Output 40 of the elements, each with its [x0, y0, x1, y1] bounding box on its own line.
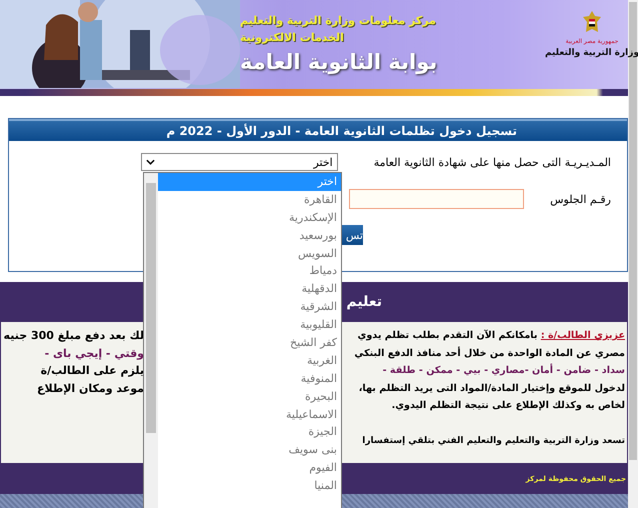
dropdown-option[interactable]: الفيوم	[158, 459, 341, 478]
instruction-text: وقتي - إيجي باى -	[44, 346, 144, 362]
instruction-text: لخاص به وكذلك الإطلاع على نتيجة التظلم اليدوي.	[392, 399, 625, 414]
directorate-select[interactable]: اختر	[140, 153, 338, 171]
instruction-text: عزيزي الطالب/ة : بامكانكم الآن التقدم بطلب تظلم يدوي	[358, 328, 625, 343]
panel-title: تسجيل دخول تظلمات الثانوية العامة - الدور الأول - 2022 م	[9, 119, 627, 141]
instruction-text: يلزم على الطالب/ة	[40, 363, 144, 380]
dropdown-option[interactable]: الغربية	[158, 352, 341, 370]
dropdown-option[interactable]: القاهرة	[158, 190, 341, 209]
dropdown-option[interactable]: الاسماعيلية	[158, 406, 341, 424]
instructions-heading: تعليم	[346, 294, 382, 310]
dropdown-option[interactable]: الإسكندرية	[158, 208, 341, 227]
portal-title: بوابة الثانوية العامة	[240, 50, 438, 74]
instruction-text: مصري عن المادة الواحدة من خلال أحد منافذ الدفع البنكي	[354, 346, 625, 361]
instruction-text: موعد ومكان الإطلاع	[37, 380, 144, 397]
dropdown-option[interactable]: المنيا	[158, 477, 341, 496]
directorate-label: المـديـريـة التى حصل منها على شهادة الثانوية العامة	[374, 156, 611, 168]
instruction-text: سداد - ضامن - أمان -مصاري - بيي - ممكن - طلقة -	[382, 362, 625, 378]
center-name: مركز معلومات وزارة التربية والتعليم	[240, 14, 436, 27]
dropdown-option[interactable]: الدقهلية	[158, 280, 341, 298]
instruction-text: لك بعد دفع مبلغ 300 جنيه	[4, 328, 144, 344]
eagle-emblem-icon	[582, 10, 602, 34]
chevron-icon	[146, 159, 155, 165]
dropdown-option[interactable]: دمياط	[158, 262, 341, 280]
instruction-text: تسعد وزارة التربية والتعليم والتعليم الفني بتلقي إستفسارا	[362, 434, 625, 448]
dropdown-option[interactable]: القليوبية	[158, 316, 341, 334]
dropdown-option[interactable]: الجيزة	[158, 423, 341, 442]
seat-number-label: رقـم الجلوس	[550, 192, 611, 206]
instruction-text: لدخول للموقع وإختيار المادة/المواد التى يريد التظلم بها،	[358, 382, 625, 396]
dropdown-option[interactable]: الشرقية	[158, 298, 341, 316]
ministry-logo: وزارة التربية والتعليم	[544, 48, 638, 58]
scrollbar[interactable]	[144, 173, 158, 508]
dropdown-option[interactable]: بنى سويف	[158, 441, 341, 460]
dropdown-option[interactable]: البحيرة	[158, 388, 341, 406]
dropdown-option[interactable]: اختر	[158, 173, 341, 191]
services-title: الخدمات الالكترونية	[240, 31, 344, 44]
seat-number-field[interactable]	[349, 189, 524, 209]
dropdown-option[interactable]: السويس	[158, 244, 341, 262]
dropdown-option[interactable]: المنوفية	[158, 370, 341, 388]
dropdown-option[interactable]: كفر الشيخ	[158, 334, 341, 352]
